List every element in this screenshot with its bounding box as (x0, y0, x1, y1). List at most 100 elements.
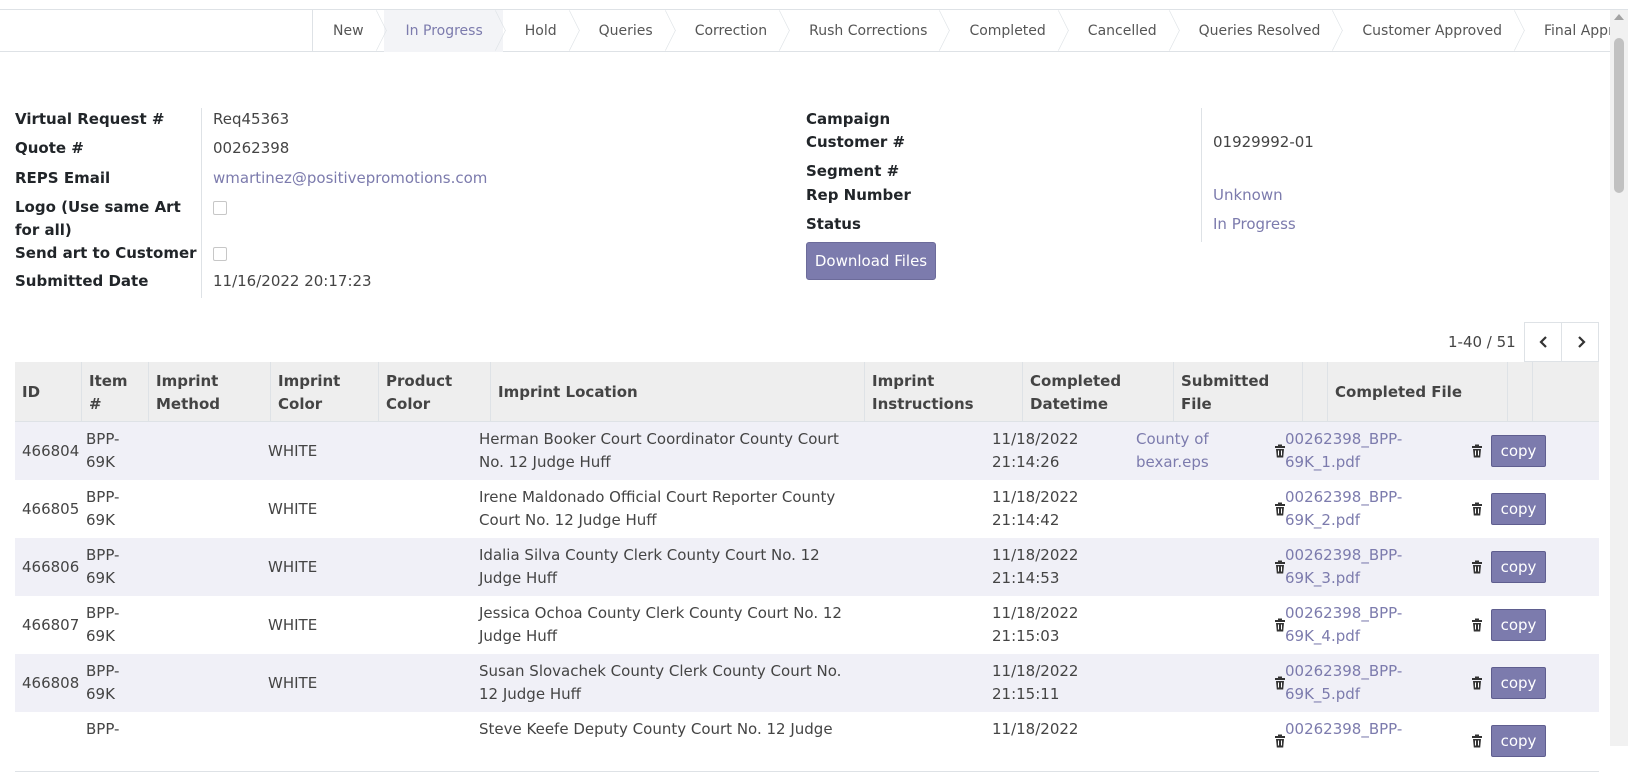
delete-completed-file-trash-icon[interactable] (1471, 618, 1483, 632)
pager-counter[interactable]: 1-40 / 51 (1448, 331, 1516, 353)
col-header-completed-file-label: Completed File (1335, 383, 1463, 401)
rep-number-label: Rep Number (806, 186, 911, 204)
col-header-completed-file[interactable]: Completed File (1328, 362, 1508, 422)
col-header-submitted-file[interactable]: Submitted File (1174, 362, 1303, 422)
table-row[interactable]: 466808 BPP- 69K WHITE Susan Slovachek County… (15, 654, 1599, 714)
copy-button[interactable]: copy (1491, 667, 1546, 699)
cell-imprint-location: Jessica Ochoa County Clerk County Court … (479, 604, 842, 622)
delete-submitted-file-trash-icon[interactable] (1274, 676, 1286, 690)
download-files-button[interactable]: Download Files (806, 242, 936, 280)
stage-label: Hold (524, 23, 557, 39)
stage-new[interactable]: New (313, 9, 387, 52)
completed-file-link[interactable]: 00262398_BPP- (1285, 428, 1402, 450)
form-divider-right (1201, 108, 1202, 242)
col-header-item[interactable]: Item # (82, 362, 149, 422)
cell-imprint-location-cont: Judge Huff (479, 627, 558, 645)
pager-next-button[interactable] (1561, 322, 1599, 362)
completed-file-link[interactable]: 00262398_BPP- (1285, 486, 1402, 508)
col-header-copy (1533, 362, 1599, 422)
stage-customer-approved[interactable]: Customer Approved (1340, 9, 1525, 52)
pager-previous-button[interactable] (1524, 322, 1562, 362)
table-row[interactable]: 466805 BPP- 69K WHITE Irene Maldonado Offici… (15, 480, 1599, 540)
send-art-checkbox[interactable] (213, 247, 227, 261)
stage-label: Queries Resolved (1198, 23, 1321, 39)
delete-completed-file-trash-icon[interactable] (1471, 560, 1483, 574)
delete-submitted-file-trash-icon[interactable] (1274, 618, 1286, 632)
scrollbar-thumb[interactable] (1614, 38, 1624, 193)
stage-cancelled[interactable]: Cancelled (1066, 9, 1180, 52)
stage-in-progress[interactable]: In Progress (383, 9, 506, 52)
stage-queries[interactable]: Queries (577, 9, 676, 52)
table-row[interactable]: 466804 BPP- 69K WHITE Herman Booker Court Co… (15, 422, 1599, 482)
col-header-imprint-color[interactable]: Imprint Color (271, 362, 379, 422)
cell-imprint-location: Herman Booker Court Coordinator County C… (479, 430, 839, 448)
stage-label: New (333, 23, 364, 39)
chevron-right-icon (1578, 336, 1586, 348)
logo-label-line1: Logo (Use same Art (15, 198, 181, 216)
cell-completed-date: 11/18/2022 (992, 546, 1079, 564)
cell-imprint-location-cont: Court No. 12 Judge Huff (479, 511, 657, 529)
col-header-completed-datetime[interactable]: Completed Datetime (1023, 362, 1174, 422)
submitted-date-value: 11/16/2022 20:17:23 (213, 272, 372, 290)
col-header-icolor-label-2: Color (278, 395, 323, 413)
stage-list: New In Progress Hold Queries Correction Rush … (312, 9, 1628, 52)
col-header-method-label-2: Method (156, 395, 220, 413)
table-row[interactable]: BPP- Steve Keefe Deputy County Court No. … (15, 712, 1599, 772)
completed-file-link-cont[interactable]: 69K_5.pdf (1285, 683, 1360, 705)
virtual-request-label: Virtual Request # (15, 110, 165, 128)
cell-id: 466806 (22, 558, 80, 576)
stage-hold[interactable]: Hold (503, 9, 580, 52)
status-link[interactable]: In Progress (1213, 213, 1296, 235)
stage-rush-corrections[interactable]: Rush Corrections (787, 9, 951, 52)
rep-number-link[interactable]: Unknown (1213, 184, 1283, 206)
col-header-id[interactable]: ID (15, 362, 82, 422)
copy-button[interactable]: copy (1491, 725, 1546, 757)
cell-completed-time: 21:14:42 (992, 511, 1060, 529)
cell-item-cont: 69K (86, 453, 115, 471)
delete-completed-file-trash-icon[interactable] (1471, 502, 1483, 516)
delete-completed-file-trash-icon[interactable] (1471, 444, 1483, 458)
col-header-imprint-method[interactable]: Imprint Method (149, 362, 271, 422)
col-header-submitted-label-1: Submitted (1181, 372, 1270, 390)
stage-label: In Progress (405, 23, 483, 39)
col-header-product-color[interactable]: Product Color (379, 362, 491, 422)
col-header-instr-label-2: Instructions (872, 395, 974, 413)
delete-submitted-file-trash-icon[interactable] (1274, 560, 1286, 574)
delete-submitted-file-trash-icon[interactable] (1274, 444, 1286, 458)
completed-file-link[interactable]: 00262398_BPP- (1285, 602, 1402, 624)
copy-button[interactable]: copy (1491, 609, 1546, 641)
reps-email-link[interactable]: wmartinez@positivepromotions.com (213, 167, 487, 189)
delete-completed-file-trash-icon[interactable] (1471, 676, 1483, 690)
stage-correction[interactable]: Correction (673, 9, 790, 52)
copy-button[interactable]: copy (1491, 493, 1546, 525)
col-header-imprint-location[interactable]: Imprint Location (491, 362, 865, 422)
scroll-up-arrow-icon[interactable] (1614, 14, 1624, 20)
table-row[interactable]: 466807 BPP- 69K WHITE Jessica Ochoa County C… (15, 596, 1599, 656)
quote-label: Quote # (15, 139, 84, 157)
completed-file-link[interactable]: 00262398_BPP- (1285, 718, 1402, 740)
submitted-file-link[interactable]: County of (1136, 428, 1209, 450)
cell-imprint-location-cont: No. 12 Judge Huff (479, 453, 611, 471)
copy-button[interactable]: copy (1491, 435, 1546, 467)
completed-file-link-cont[interactable]: 69K_2.pdf (1285, 509, 1360, 531)
cell-imprint-color: WHITE (268, 616, 318, 634)
completed-file-link[interactable]: 00262398_BPP- (1285, 544, 1402, 566)
table-row[interactable]: 466806 BPP- 69K WHITE Idalia Silva County Cl… (15, 538, 1599, 598)
completed-file-link-cont[interactable]: 69K_4.pdf (1285, 625, 1360, 647)
submitted-file-link-cont[interactable]: bexar.eps (1136, 451, 1209, 473)
logo-same-art-checkbox[interactable] (213, 201, 227, 215)
col-header-location-label: Imprint Location (498, 383, 638, 401)
copy-button[interactable]: copy (1491, 551, 1546, 583)
completed-file-link[interactable]: 00262398_BPP- (1285, 660, 1402, 682)
cell-item: BPP- (86, 488, 120, 506)
customer-label: Customer # (806, 133, 906, 151)
delete-submitted-file-trash-icon[interactable] (1274, 502, 1286, 516)
stage-completed[interactable]: Completed (947, 9, 1069, 52)
col-header-imprint-instructions[interactable]: Imprint Instructions (865, 362, 1023, 422)
stage-queries-resolved[interactable]: Queries Resolved (1177, 9, 1344, 52)
cell-completed-date: 11/18/2022 (992, 430, 1079, 448)
vertical-scrollbar[interactable] (1610, 10, 1628, 746)
completed-file-link-cont[interactable]: 69K_3.pdf (1285, 567, 1360, 589)
send-art-label: Send art to Customer (15, 244, 197, 262)
completed-file-link-cont[interactable]: 69K_1.pdf (1285, 451, 1360, 473)
